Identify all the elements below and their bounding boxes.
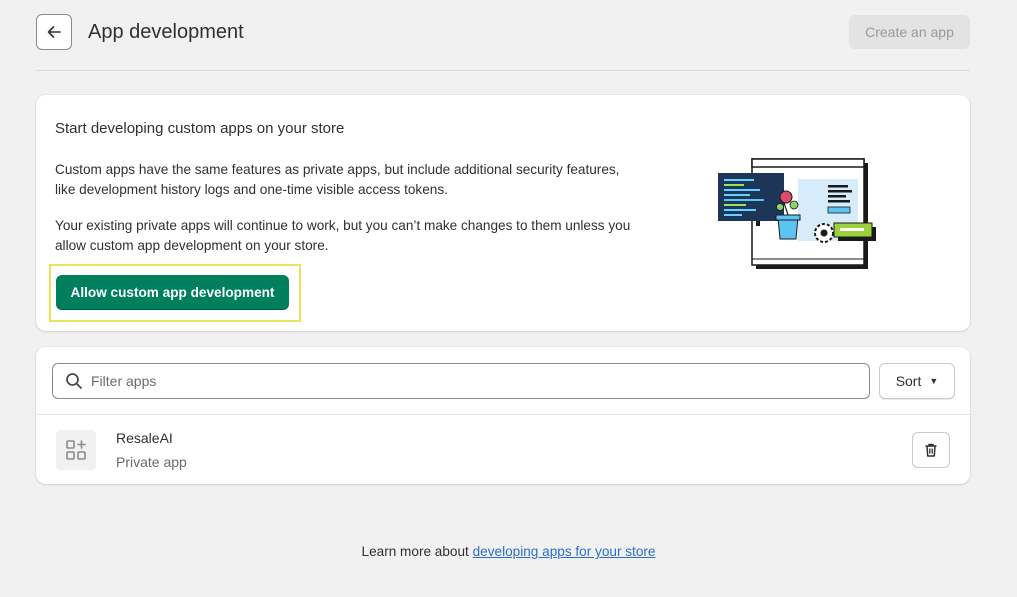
app-name[interactable]: ResaleAI	[116, 430, 173, 446]
header-divider	[36, 70, 970, 71]
apps-list-card: Sort ▼ ResaleAI Private app	[36, 347, 970, 484]
intro-paragraph-features: Custom apps have the same features as pr…	[55, 162, 620, 197]
arrow-left-icon	[47, 26, 61, 38]
page-title: App development	[88, 21, 244, 43]
sort-label: Sort	[895, 373, 922, 389]
intro-heading: Start developing custom apps on your sto…	[55, 120, 345, 137]
create-app-button[interactable]: Create an app	[849, 15, 970, 49]
allow-custom-app-development-button[interactable]: Allow custom app development	[56, 275, 289, 310]
footer: Learn more about developing apps for you…	[0, 544, 1017, 559]
intro-card: Start developing custom apps on your sto…	[36, 95, 970, 331]
filter-apps-input[interactable]	[91, 373, 791, 389]
trash-icon	[925, 443, 937, 457]
back-button[interactable]	[36, 14, 72, 50]
app-thumbnail	[56, 430, 96, 470]
caret-down-icon: ▼	[929, 376, 939, 386]
search-icon	[65, 371, 85, 391]
filter-apps-field[interactable]	[52, 363, 870, 399]
developing-apps-link[interactable]: developing apps for your store	[473, 544, 656, 559]
footer-text: Learn more about	[361, 544, 473, 559]
list-item[interactable]: ResaleAI Private app	[36, 415, 970, 484]
sort-button[interactable]: Sort ▼	[879, 363, 955, 399]
intro-paragraph-existing-apps: Your existing private apps will continue…	[55, 218, 631, 253]
app-type: Private app	[116, 454, 187, 470]
page-header: App development Create an app	[36, 14, 970, 52]
delete-app-button[interactable]	[912, 432, 950, 468]
custom-apps-illustration	[718, 158, 876, 269]
apps-icon	[66, 440, 86, 460]
